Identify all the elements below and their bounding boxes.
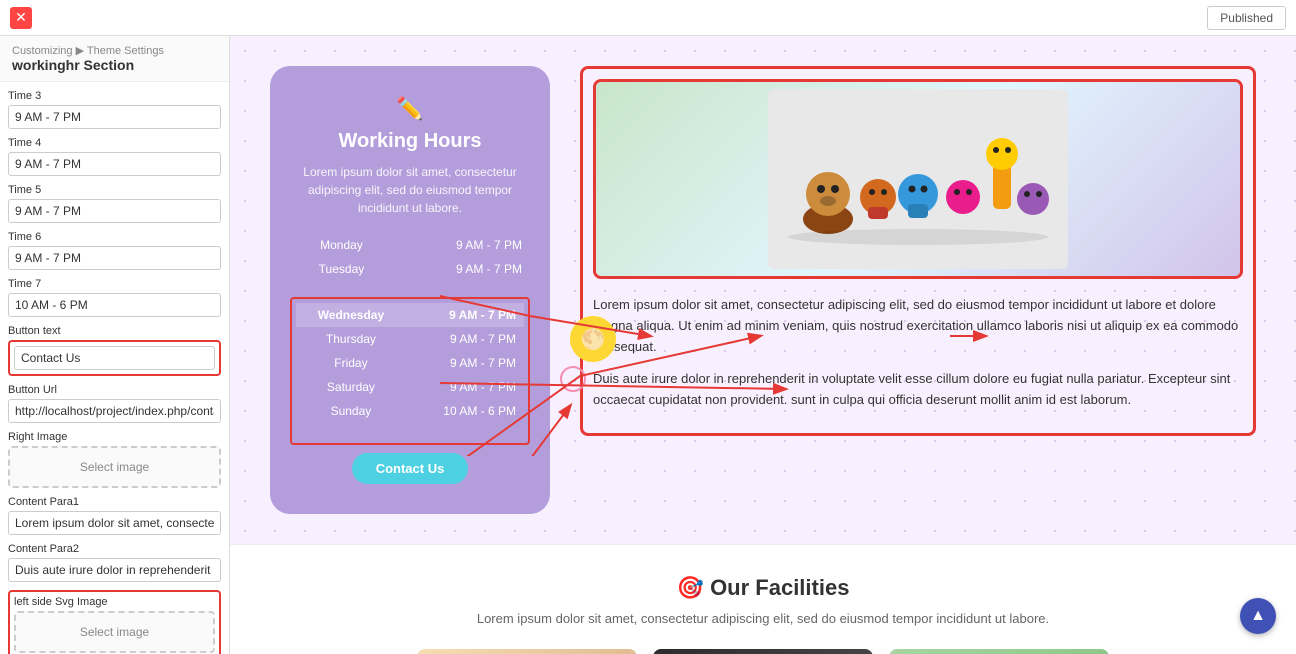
- top-bar: ✕ Published: [0, 0, 1296, 36]
- content-para1-input[interactable]: [8, 511, 221, 535]
- time4-input[interactable]: [8, 152, 221, 176]
- schedule-row-wednesday: Wednesday 9 AM - 7 PM: [296, 303, 524, 327]
- schedule-table: Monday 9 AM - 7 PM Tuesday 9 AM - 7 PM: [290, 233, 530, 281]
- time3-group: Time 3: [8, 90, 221, 129]
- facility-image-bear: [417, 649, 637, 654]
- facilities-grid: [260, 649, 1266, 654]
- working-hours-card: ✏️ Working Hours Lorem ipsum dolor sit a…: [270, 66, 550, 514]
- schedule-row-monday: Monday 9 AM - 7 PM: [290, 233, 530, 257]
- time5-label: Time 5: [8, 184, 221, 196]
- decorative-bubbles: 🌕: [570, 316, 616, 392]
- contact-us-button[interactable]: Contact Us: [352, 453, 469, 484]
- time-saturday: 9 AM - 7 PM: [406, 375, 524, 399]
- left-svg-group: left side Svg Image Select image: [8, 590, 221, 654]
- facilities-description: Lorem ipsum dolor sit amet, consectetur …: [260, 609, 1266, 629]
- time-monday: 9 AM - 7 PM: [393, 233, 530, 257]
- working-hours-section: ✏️ Working Hours Lorem ipsum dolor sit a…: [230, 36, 1296, 544]
- right-text-content: Lorem ipsum dolor sit amet, consectetur …: [593, 295, 1243, 411]
- schedule-row-tuesday: Tuesday 9 AM - 7 PM: [290, 257, 530, 281]
- main-layout: Customizing ▶ Theme Settings workinghr S…: [0, 36, 1296, 654]
- right-image: [593, 79, 1243, 279]
- right-para1: Lorem ipsum dolor sit amet, consectetur …: [593, 295, 1243, 357]
- day-thursday: Thursday: [296, 327, 406, 351]
- pink-circle: [560, 366, 586, 392]
- schedule-row-thursday: Thursday 9 AM - 7 PM: [296, 327, 524, 351]
- time4-label: Time 4: [8, 137, 221, 149]
- time6-group: Time 6: [8, 231, 221, 270]
- facility-image-dark: [653, 649, 873, 654]
- day-monday: Monday: [290, 233, 393, 257]
- scroll-top-icon: ▲: [1250, 607, 1266, 625]
- section-title: workinghr Section: [12, 57, 217, 73]
- time3-label: Time 3: [8, 90, 221, 102]
- toy-image-placeholder: [596, 82, 1240, 277]
- day-friday: Friday: [296, 351, 406, 375]
- time-friday: 9 AM - 7 PM: [406, 351, 524, 375]
- content-para2-group: Content Para2: [8, 543, 221, 582]
- time7-group: Time 7: [8, 278, 221, 317]
- facilities-icon: 🎯: [677, 575, 704, 600]
- day-saturday: Saturday: [296, 375, 406, 399]
- yellow-bubble: 🌕: [570, 316, 616, 362]
- button-text-highlight: [8, 340, 221, 376]
- time7-label: Time 7: [8, 278, 221, 290]
- top-bar-left: ✕: [10, 7, 32, 29]
- card-edit-icon: ✏️: [290, 96, 530, 122]
- content-para2-input[interactable]: [8, 558, 221, 582]
- schedule-row-friday: Friday 9 AM - 7 PM: [296, 351, 524, 375]
- close-button[interactable]: ✕: [10, 7, 32, 29]
- time4-group: Time 4: [8, 137, 221, 176]
- schedule-table-highlighted: Wednesday 9 AM - 7 PM Thursday 9 AM - 7 …: [296, 303, 524, 423]
- right-image-group: Right Image Select image: [8, 431, 221, 488]
- right-content-section: Lorem ipsum dolor sit amet, consectetur …: [580, 66, 1256, 436]
- time7-input[interactable]: [8, 293, 221, 317]
- preview-area: ✏️ Working Hours Lorem ipsum dolor sit a…: [230, 36, 1296, 654]
- facilities-section: 🎯 Our Facilities Lorem ipsum dolor sit a…: [230, 544, 1296, 654]
- button-text-group: Button text: [8, 325, 221, 376]
- content-para1-group: Content Para1: [8, 496, 221, 535]
- toy-illustration: [768, 89, 1068, 269]
- button-url-label: Button Url: [8, 384, 221, 396]
- button-url-group: Button Url: [8, 384, 221, 423]
- button-url-input[interactable]: [8, 399, 221, 423]
- schedule-row-saturday: Saturday 9 AM - 7 PM: [296, 375, 524, 399]
- left-svg-label: left side Svg Image: [14, 596, 215, 608]
- sidebar: Customizing ▶ Theme Settings workinghr S…: [0, 36, 230, 654]
- facility-image-girl: [889, 649, 1109, 654]
- left-svg-select[interactable]: Select image: [14, 611, 215, 653]
- sidebar-content: Time 3 Time 4 Time 5 Time 6 Time 7 Bu: [0, 82, 229, 654]
- time-tuesday: 9 AM - 7 PM: [393, 257, 530, 281]
- content-para2-label: Content Para2: [8, 543, 221, 555]
- card-title: Working Hours: [290, 130, 530, 153]
- time3-input[interactable]: [8, 105, 221, 129]
- day-tuesday: Tuesday: [290, 257, 393, 281]
- time-thursday: 9 AM - 7 PM: [406, 327, 524, 351]
- time6-label: Time 6: [8, 231, 221, 243]
- time5-group: Time 5: [8, 184, 221, 223]
- day-sunday: Sunday: [296, 399, 406, 423]
- right-image-label: Right Image: [8, 431, 221, 443]
- sidebar-header: Customizing ▶ Theme Settings workinghr S…: [0, 36, 229, 82]
- time-sunday: 10 AM - 6 PM: [406, 399, 524, 423]
- day-wednesday: Wednesday: [296, 303, 406, 327]
- schedule-highlight-box: Wednesday 9 AM - 7 PM Thursday 9 AM - 7 …: [290, 297, 530, 445]
- right-para2: Duis aute irure dolor in reprehenderit i…: [593, 369, 1243, 411]
- scroll-top-button[interactable]: ▲: [1240, 598, 1276, 634]
- time5-input[interactable]: [8, 199, 221, 223]
- facilities-title-text: Our Facilities: [710, 575, 849, 600]
- published-button[interactable]: Published: [1207, 6, 1286, 30]
- facilities-title: 🎯 Our Facilities: [260, 575, 1266, 601]
- content-para1-label: Content Para1: [8, 496, 221, 508]
- button-text-input[interactable]: [14, 346, 215, 370]
- time-wednesday: 9 AM - 7 PM: [406, 303, 524, 327]
- time6-input[interactable]: [8, 246, 221, 270]
- right-image-select[interactable]: Select image: [8, 446, 221, 488]
- breadcrumb: Customizing ▶ Theme Settings: [12, 44, 217, 57]
- schedule-row-sunday: Sunday 10 AM - 6 PM: [296, 399, 524, 423]
- button-text-label: Button text: [8, 325, 221, 337]
- card-description: Lorem ipsum dolor sit amet, consectetur …: [290, 163, 530, 217]
